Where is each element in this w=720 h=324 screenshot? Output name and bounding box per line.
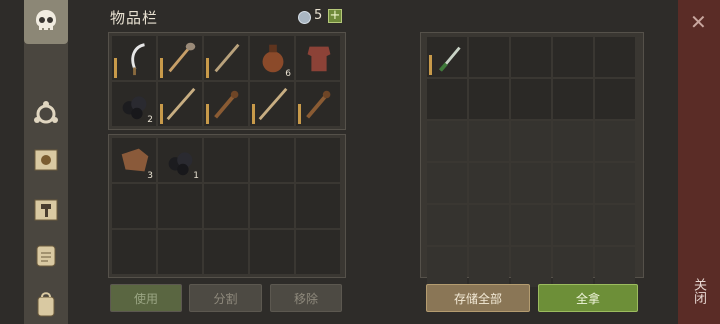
durability-bar — [429, 55, 432, 75]
close-panel[interactable] — [678, 0, 720, 324]
storage-slot[interactable] — [553, 247, 593, 287]
storage-slot[interactable] — [427, 205, 467, 245]
storage-slot[interactable] — [511, 247, 551, 287]
storage-slot[interactable] — [427, 121, 467, 161]
item-quantity: 3 — [147, 171, 153, 181]
quick-slot[interactable]: 6 — [250, 36, 294, 80]
storage-slot[interactable] — [553, 121, 593, 161]
close-label[interactable]: 关闭 — [690, 278, 708, 304]
storage-slot[interactable] — [511, 79, 551, 119]
split-button[interactable]: 分割 — [189, 284, 262, 312]
storage-slot[interactable] — [469, 79, 509, 119]
storage-slot[interactable] — [511, 121, 551, 161]
item-quantity: 6 — [285, 69, 291, 79]
quick-slot[interactable] — [296, 82, 340, 126]
remove-button[interactable]: 移除 — [270, 284, 342, 312]
page-title: 物品栏 — [110, 9, 159, 27]
durability-bar — [206, 58, 209, 78]
bag-slot[interactable] — [158, 184, 202, 228]
storage-slot[interactable] — [511, 163, 551, 203]
gem-count: 5 — [314, 8, 323, 23]
durability-bar — [114, 58, 117, 78]
quick-slot[interactable] — [112, 36, 156, 80]
storage-slot[interactable] — [553, 79, 593, 119]
storage-slot[interactable] — [427, 37, 467, 77]
durability-bar — [298, 104, 301, 124]
storage-slot[interactable] — [511, 205, 551, 245]
skull-icon[interactable] — [28, 4, 64, 40]
bag-slot[interactable] — [296, 184, 340, 228]
item-quantity: 1 — [193, 171, 199, 181]
bag-slot[interactable] — [250, 138, 294, 182]
quick-slot[interactable]: 2 — [112, 82, 156, 126]
item-quantity: 2 — [147, 115, 153, 125]
bag-slot[interactable]: 1 — [158, 138, 202, 182]
bag-slot[interactable] — [112, 184, 156, 228]
quick-slot[interactable] — [158, 82, 202, 126]
scroll-icon[interactable] — [28, 238, 64, 274]
bag-slot[interactable] — [250, 230, 294, 274]
sun-book-icon[interactable] — [28, 142, 64, 178]
bag-panel: 31 — [108, 134, 346, 278]
store-all-button[interactable]: 存储全部 — [426, 284, 530, 312]
quick-slot[interactable] — [250, 82, 294, 126]
take-all-button[interactable]: 全拿 — [538, 284, 638, 312]
storage-slot[interactable] — [469, 163, 509, 203]
durability-bar — [206, 104, 209, 124]
storage-slot[interactable] — [553, 37, 593, 77]
bag-slot[interactable] — [112, 230, 156, 274]
triskele-icon[interactable] — [28, 96, 64, 132]
quick-slots-panel: 62 — [108, 32, 346, 130]
gem-icon — [298, 11, 311, 24]
storage-slot[interactable] — [469, 121, 509, 161]
storage-slot[interactable] — [427, 79, 467, 119]
durability-bar — [160, 58, 163, 78]
durability-bar — [160, 104, 163, 124]
quick-slot[interactable] — [204, 36, 248, 80]
storage-panel — [420, 32, 644, 287]
storage-slot[interactable] — [595, 163, 635, 203]
storage-slot[interactable] — [595, 247, 635, 287]
storage-slot[interactable] — [469, 37, 509, 77]
storage-slot[interactable] — [427, 247, 467, 287]
storage-slot[interactable] — [595, 37, 635, 77]
close-icon[interactable]: ✕ — [690, 10, 707, 34]
storage-slot[interactable] — [427, 163, 467, 203]
bag-slot[interactable] — [250, 184, 294, 228]
storage-slot[interactable] — [469, 247, 509, 287]
bag-slot[interactable] — [204, 138, 248, 182]
storage-slot[interactable] — [553, 163, 593, 203]
bag-slot[interactable] — [204, 184, 248, 228]
bag-slot[interactable] — [296, 230, 340, 274]
storage-slot[interactable] — [595, 79, 635, 119]
bag-slot[interactable]: 3 — [112, 138, 156, 182]
storage-slot[interactable] — [553, 205, 593, 245]
storage-slot[interactable] — [511, 37, 551, 77]
quick-slot[interactable] — [158, 36, 202, 80]
storage-slot[interactable] — [595, 205, 635, 245]
bag-slot[interactable] — [158, 230, 202, 274]
quick-slot[interactable] — [296, 36, 340, 80]
durability-bar — [252, 104, 255, 124]
use-button[interactable]: 使用 — [110, 284, 182, 312]
storage-slot[interactable] — [595, 121, 635, 161]
bag-slot[interactable] — [204, 230, 248, 274]
bag-slot[interactable] — [296, 138, 340, 182]
backpack-icon[interactable] — [28, 286, 64, 322]
hammer-map-icon[interactable] — [28, 192, 64, 228]
add-gems-button[interactable]: + — [328, 9, 342, 23]
quick-slot[interactable] — [204, 82, 248, 126]
storage-slot[interactable] — [469, 205, 509, 245]
